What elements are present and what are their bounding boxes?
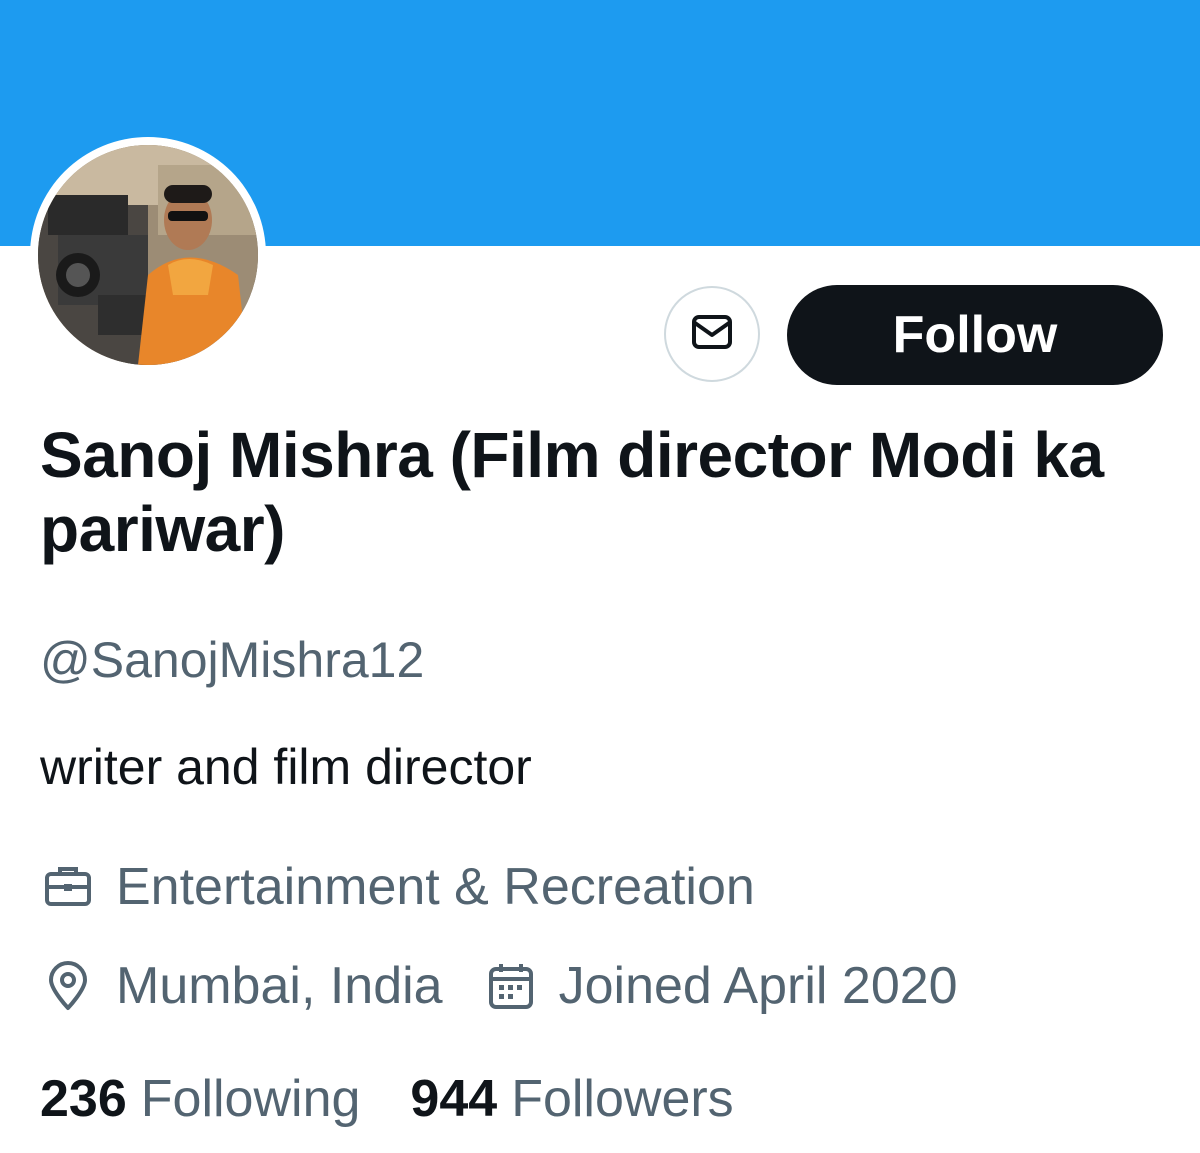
briefcase-icon <box>40 859 96 915</box>
profile-meta-row-details: Mumbai, India Joined April 2020 <box>40 955 958 1017</box>
display-name: Sanoj Mishra (Film director Modi ka pari… <box>40 419 1104 565</box>
category-label: Entertainment & Recreation <box>116 858 755 916</box>
location-item: Mumbai, India <box>40 955 443 1017</box>
location-pin-icon <box>40 958 96 1014</box>
following-count: 236 <box>40 1070 127 1128</box>
following-link[interactable]: 236 Following <box>40 1068 360 1130</box>
profile-avatar[interactable] <box>30 137 266 373</box>
followers-count: 944 <box>410 1070 498 1128</box>
following-label: Following <box>140 1070 361 1128</box>
user-handle: @SanojMishra12 <box>40 632 425 688</box>
calendar-icon <box>483 958 539 1014</box>
joined-item: Joined April 2020 <box>483 955 958 1017</box>
follow-stats: 236 Following 944 Followers <box>40 1068 734 1130</box>
joined-label: Joined April 2020 <box>558 957 958 1015</box>
location-label: Mumbai, India <box>116 957 443 1015</box>
profile-meta-row-category: Entertainment & Recreation <box>40 856 755 918</box>
followers-link[interactable]: 944 Followers <box>410 1068 733 1130</box>
envelope-icon <box>688 308 736 361</box>
followers-label: Followers <box>511 1070 734 1128</box>
follow-button[interactable]: Follow <box>787 285 1163 385</box>
avatar-photo <box>38 145 258 365</box>
user-bio: writer and film director <box>40 739 532 795</box>
category-item: Entertainment & Recreation <box>40 856 755 918</box>
message-button[interactable] <box>664 286 760 382</box>
